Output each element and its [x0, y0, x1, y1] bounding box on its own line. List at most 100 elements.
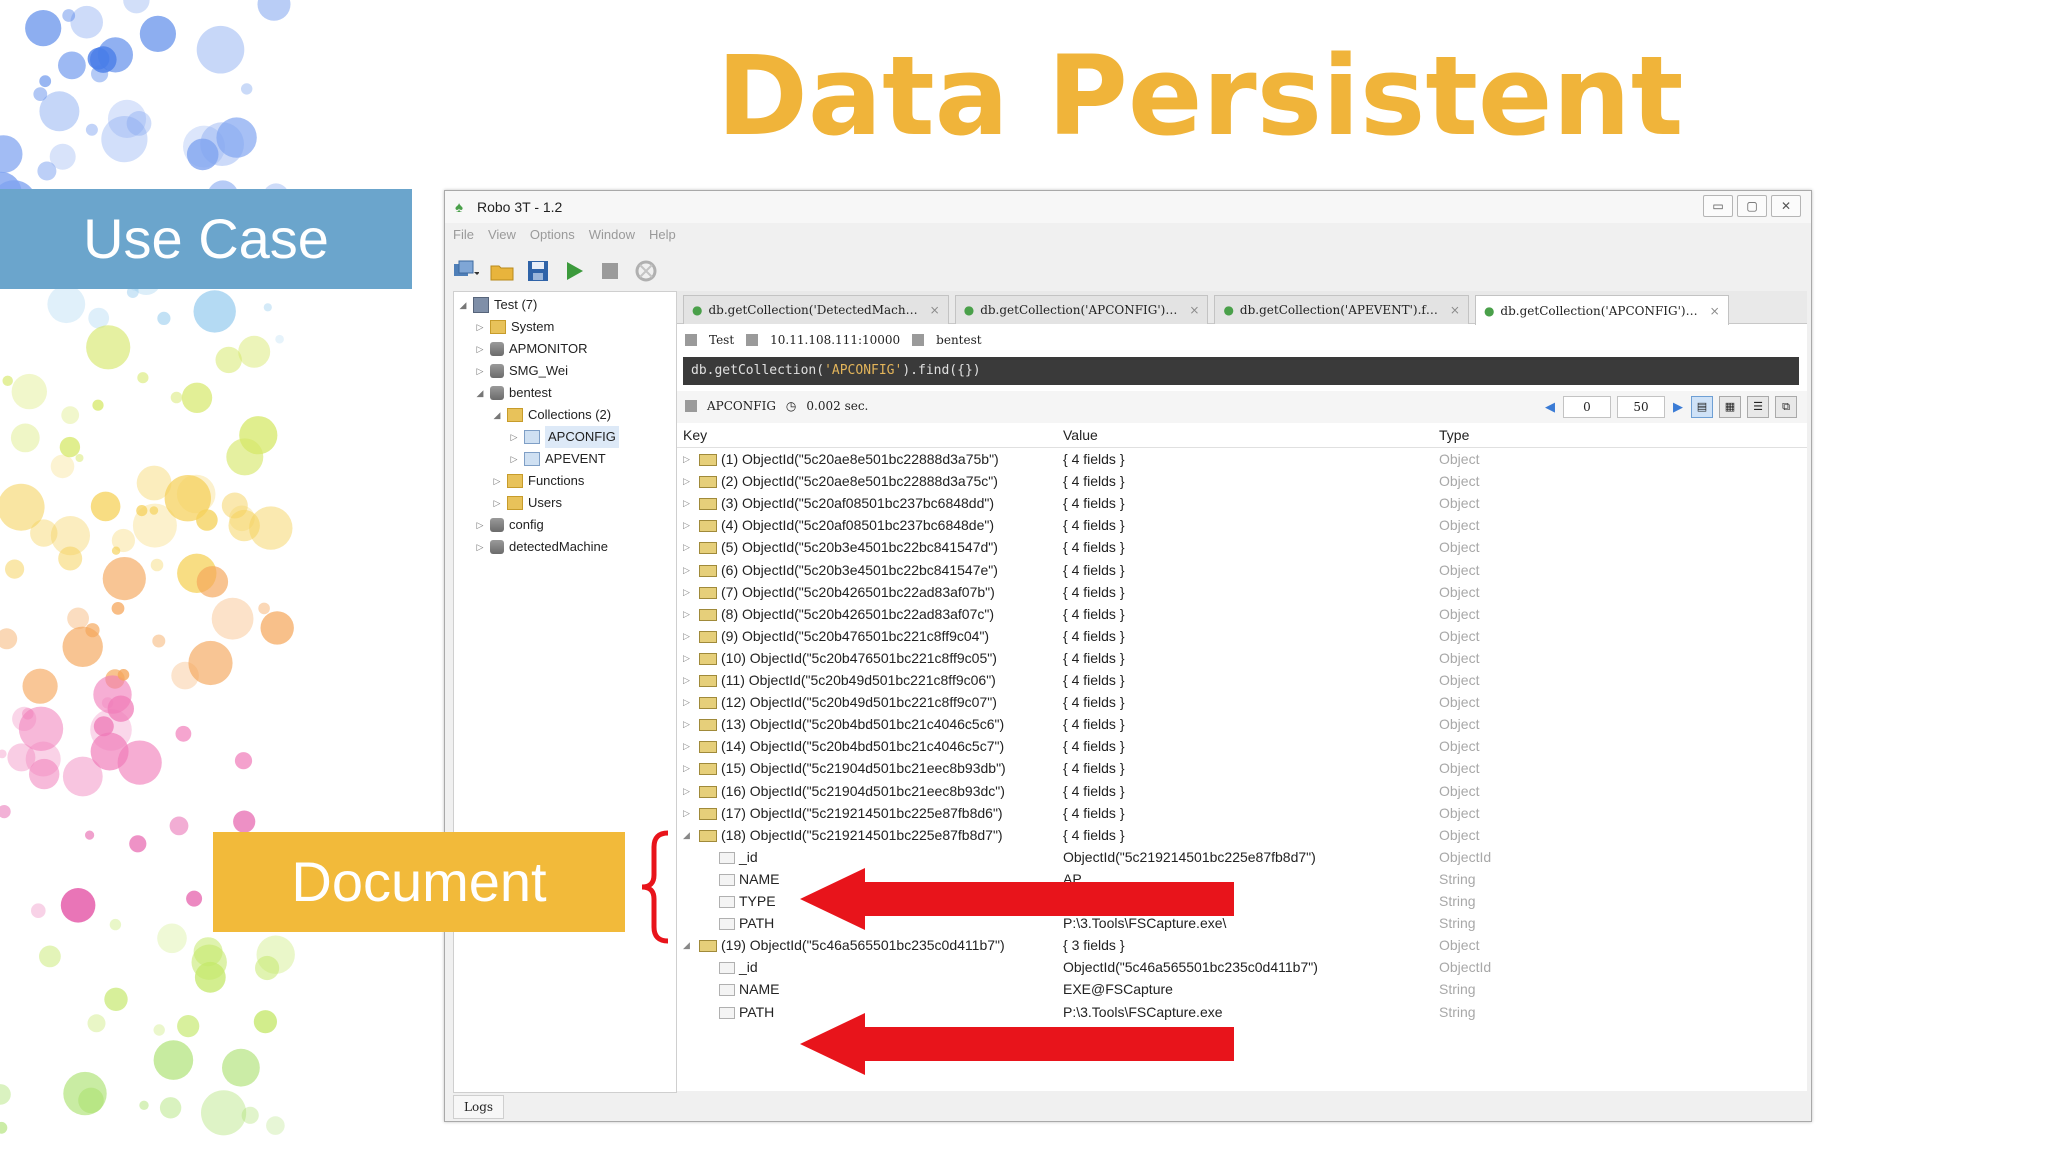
- collapsed-arrow-icon[interactable]: ▷: [475, 338, 485, 360]
- menu-options[interactable]: Options: [530, 227, 575, 249]
- field-row[interactable]: PATH P:\3.Tools\FSCapture.exe\ String: [677, 912, 1807, 934]
- close-tab-icon[interactable]: ×: [1710, 297, 1720, 325]
- document-row[interactable]: ▷ (5) ObjectId("5c20b3e4501bc22bc841547d"…: [677, 536, 1807, 558]
- expanded-arrow-icon[interactable]: ◢: [683, 824, 690, 846]
- query-editor[interactable]: db.getCollection('APCONFIG').find({}): [683, 357, 1799, 385]
- tree-item[interactable]: ▷ Functions: [492, 470, 584, 492]
- collapsed-arrow-icon[interactable]: ▷: [492, 470, 502, 492]
- collapsed-arrow-icon[interactable]: ▷: [683, 647, 690, 669]
- tab-apconfig-2[interactable]: ● db.getCollection('APCONFIG')… ×: [1474, 295, 1729, 325]
- tree-item[interactable]: ▷ Users: [492, 492, 562, 514]
- document-row[interactable]: ▷ (2) ObjectId("5c20ae8e501bc22888d3a75c"…: [677, 470, 1807, 492]
- tree-item[interactable]: ▷ APCONFIG: [509, 426, 619, 448]
- field-row[interactable]: NAME AP String: [677, 868, 1807, 890]
- collapsed-arrow-icon[interactable]: ▷: [492, 492, 502, 514]
- document-row[interactable]: ▷ (14) ObjectId("5c20b4bd501bc21c4046c5c7…: [677, 735, 1807, 757]
- expanded-arrow-icon[interactable]: ◢: [458, 294, 468, 316]
- tree-item[interactable]: ◢ Collections (2): [492, 404, 611, 426]
- field-row[interactable]: NAME EXE@FSCapture String: [677, 978, 1807, 1000]
- collapsed-arrow-icon[interactable]: ▷: [683, 802, 690, 824]
- collapsed-arrow-icon[interactable]: ▷: [475, 514, 485, 536]
- next-page-icon[interactable]: ▶: [1671, 400, 1685, 415]
- tab-apevent[interactable]: ● db.getCollection('APEVENT').f… ×: [1214, 295, 1469, 324]
- collapsed-arrow-icon[interactable]: ▷: [683, 492, 690, 514]
- document-row[interactable]: ▷ (1) ObjectId("5c20ae8e501bc22888d3a75b"…: [677, 448, 1807, 470]
- document-row[interactable]: ▷ (4) ObjectId("5c20af08501bc237bc6848de"…: [677, 514, 1807, 536]
- field-row[interactable]: _id ObjectId("5c46a565501bc235c0d411b7") O…: [677, 956, 1807, 978]
- collapsed-arrow-icon[interactable]: ▷: [683, 669, 690, 691]
- tree-item[interactable]: ▷ APEVENT: [509, 448, 606, 470]
- collapsed-arrow-icon[interactable]: ▷: [475, 316, 485, 338]
- document-row[interactable]: ▷ (11) ObjectId("5c20b49d501bc221c8ff9c06…: [677, 669, 1807, 691]
- collapsed-arrow-icon[interactable]: ▷: [683, 448, 690, 470]
- field-row[interactable]: PATH P:\3.Tools\FSCapture.exe String: [677, 1001, 1807, 1023]
- field-row[interactable]: TYPE String: [677, 890, 1807, 912]
- document-row[interactable]: ▷ (7) ObjectId("5c20b426501bc22ad83af07b"…: [677, 581, 1807, 603]
- collapsed-arrow-icon[interactable]: ▷: [683, 536, 690, 558]
- tree-view-icon[interactable]: ▤: [1691, 396, 1713, 418]
- logs-tab[interactable]: Logs: [453, 1095, 505, 1119]
- text-view-icon[interactable]: ☰: [1747, 396, 1769, 418]
- tree-item[interactable]: ▷ APMONITOR: [475, 338, 588, 360]
- run-icon[interactable]: [561, 258, 587, 284]
- collapsed-arrow-icon[interactable]: ▷: [683, 735, 690, 757]
- tree-item[interactable]: ▷ config: [475, 514, 544, 536]
- tree-item[interactable]: ◢ bentest: [475, 382, 552, 404]
- expanded-arrow-icon[interactable]: ◢: [492, 404, 502, 426]
- close-tab-icon[interactable]: ×: [1189, 296, 1199, 324]
- collapsed-arrow-icon[interactable]: ▷: [509, 448, 519, 470]
- collapsed-arrow-icon[interactable]: ▷: [683, 603, 690, 625]
- collapsed-arrow-icon[interactable]: ▷: [475, 360, 485, 382]
- field-row[interactable]: _id ObjectId("5c219214501bc225e87fb8d7") O…: [677, 846, 1807, 868]
- document-row[interactable]: ◢ (19) ObjectId("5c46a565501bc235c0d411b7…: [677, 934, 1807, 956]
- collapsed-arrow-icon[interactable]: ▷: [683, 514, 690, 536]
- tree-item[interactable]: ▷ System: [475, 316, 554, 338]
- minimize-button[interactable]: ▭: [1703, 195, 1733, 217]
- document-row[interactable]: ▷ (6) ObjectId("5c20b3e4501bc22bc841547e"…: [677, 559, 1807, 581]
- document-row[interactable]: ▷ (16) ObjectId("5c21904d501bc21eec8b93dc…: [677, 780, 1807, 802]
- tree-item[interactable]: ▷ SMG_Wei: [475, 360, 568, 382]
- menu-file[interactable]: File: [453, 227, 474, 249]
- document-row[interactable]: ▷ (12) ObjectId("5c20b49d501bc221c8ff9c07…: [677, 691, 1807, 713]
- close-tab-icon[interactable]: ×: [930, 296, 940, 324]
- format-icon[interactable]: [633, 258, 659, 284]
- maximize-button[interactable]: ▢: [1737, 195, 1767, 217]
- collapsed-arrow-icon[interactable]: ▷: [683, 713, 690, 735]
- collapsed-arrow-icon[interactable]: ▷: [683, 470, 690, 492]
- collapsed-arrow-icon[interactable]: ▷: [683, 780, 690, 802]
- expanded-arrow-icon[interactable]: ◢: [475, 382, 485, 404]
- open-folder-icon[interactable]: [489, 258, 515, 284]
- collapsed-arrow-icon[interactable]: ▷: [683, 581, 690, 603]
- document-row[interactable]: ◢ (18) ObjectId("5c219214501bc225e87fb8d7…: [677, 824, 1807, 846]
- menu-view[interactable]: View: [488, 227, 516, 249]
- collapsed-arrow-icon[interactable]: ▷: [683, 691, 690, 713]
- connect-icon[interactable]: [453, 258, 479, 284]
- document-row[interactable]: ▷ (9) ObjectId("5c20b476501bc221c8ff9c04"…: [677, 625, 1807, 647]
- menu-window[interactable]: Window: [589, 227, 635, 249]
- document-row[interactable]: ▷ (13) ObjectId("5c20b4bd501bc21c4046c5c6…: [677, 713, 1807, 735]
- tab-apconfig-1[interactable]: ● db.getCollection('APCONFIG')… ×: [954, 295, 1209, 324]
- page-size-input[interactable]: 50: [1617, 396, 1665, 418]
- tree-item[interactable]: ◢ Test (7): [458, 294, 537, 316]
- collapsed-arrow-icon[interactable]: ▷: [475, 536, 485, 558]
- menu-help[interactable]: Help: [649, 227, 676, 249]
- page-start-input[interactable]: 0: [1563, 396, 1611, 418]
- table-view-icon[interactable]: ▦: [1719, 396, 1741, 418]
- prev-page-icon[interactable]: ◀: [1543, 400, 1557, 415]
- expanded-arrow-icon[interactable]: ◢: [683, 934, 690, 956]
- close-tab-icon[interactable]: ×: [1450, 296, 1460, 324]
- collapsed-arrow-icon[interactable]: ▷: [683, 757, 690, 779]
- maximize-result-icon[interactable]: ⧉: [1775, 396, 1797, 418]
- tree-item[interactable]: ▷ detectedMachine: [475, 536, 608, 558]
- document-row[interactable]: ▷ (10) ObjectId("5c20b476501bc221c8ff9c05…: [677, 647, 1807, 669]
- close-button[interactable]: ✕: [1771, 195, 1801, 217]
- document-row[interactable]: ▷ (15) ObjectId("5c21904d501bc21eec8b93db…: [677, 757, 1807, 779]
- collapsed-arrow-icon[interactable]: ▷: [683, 559, 690, 581]
- document-row[interactable]: ▷ (3) ObjectId("5c20af08501bc237bc6848dd"…: [677, 492, 1807, 514]
- collapsed-arrow-icon[interactable]: ▷: [509, 426, 519, 448]
- document-row[interactable]: ▷ (8) ObjectId("5c20b426501bc22ad83af07c"…: [677, 603, 1807, 625]
- save-icon[interactable]: [525, 258, 551, 284]
- stop-icon[interactable]: [597, 258, 623, 284]
- tab-detectedmachine[interactable]: ● db.getCollection('DetectedMach… ×: [683, 295, 949, 324]
- document-row[interactable]: ▷ (17) ObjectId("5c219214501bc225e87fb8d6…: [677, 802, 1807, 824]
